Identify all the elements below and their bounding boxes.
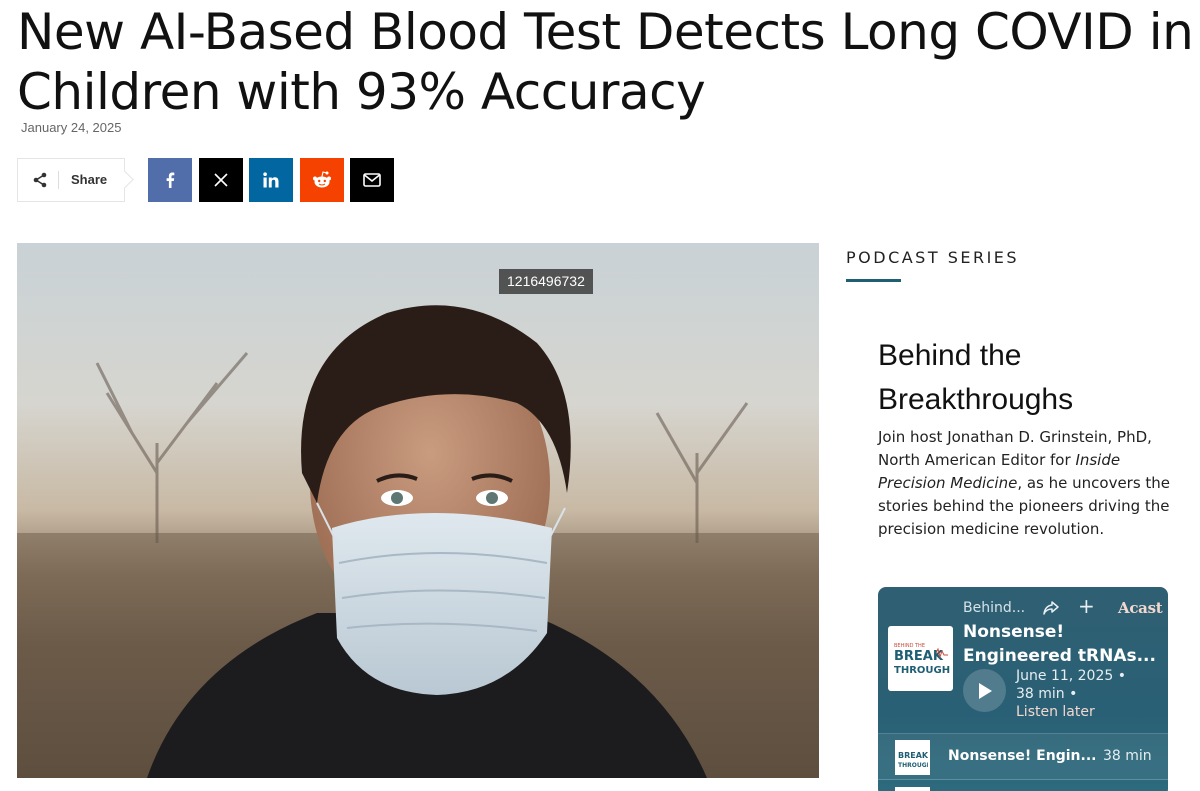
podcast-player: BEHIND THE BREAK THROUGHS Behind... + Ac… — [878, 587, 1168, 791]
podcast-cover-art[interactable]: BEHIND THE BREAK THROUGHS — [888, 626, 953, 691]
episode-title-line2: Engineered tRNAs... — [963, 646, 1156, 666]
breakthroughs-logo: BEHIND THE BREAK THROUGHS — [894, 643, 950, 676]
play-icon — [978, 682, 992, 699]
episode-title-line1: Nonsense! — [963, 622, 1065, 642]
episode-meta: June 11, 2025 • 38 min • — [1016, 667, 1161, 703]
share-toggle[interactable]: Share — [17, 158, 125, 202]
share-icon — [33, 172, 47, 188]
sidebar-heading: PODCAST SERIES — [846, 248, 1020, 267]
email-share-button[interactable] — [350, 158, 394, 202]
episode-duration: 38 min — [1016, 686, 1065, 702]
share-divider — [58, 171, 59, 189]
reddit-share-button[interactable] — [300, 158, 344, 202]
acast-logo[interactable]: Acast — [1118, 599, 1163, 617]
x-icon — [214, 173, 228, 187]
reddit-icon — [313, 171, 331, 188]
podcast-description: Join host Jonathan D. Grinstein, PhD, No… — [878, 426, 1178, 541]
thumb-text-1: BREAK — [898, 751, 928, 760]
thumb-text-2: THROUGHS — [898, 762, 928, 769]
meta-separator: • — [1117, 668, 1127, 684]
episode-list-duration: 38 min — [1103, 748, 1152, 764]
hero-image: 1216496732 — [17, 243, 819, 778]
linkedin-share-button[interactable] — [249, 158, 293, 202]
episode-list-title: Nonsense! Engin... — [948, 748, 1097, 764]
facebook-icon — [166, 172, 175, 188]
episode-date: June 11, 2025 — [1016, 668, 1114, 684]
article-date: January 24, 2025 — [21, 120, 122, 135]
episode-thumbnail: BREAK THROUGHS — [895, 740, 930, 775]
next-episode-thumbnail — [895, 787, 930, 791]
mail-icon — [363, 173, 381, 187]
share-arrow-icon[interactable] — [1042, 599, 1060, 617]
sidebar-heading-underline — [846, 279, 901, 282]
episode-thumb-logo: BREAK THROUGHS — [898, 751, 928, 769]
episode-title[interactable]: Nonsense! Engineered tRNAs... — [963, 620, 1163, 668]
play-button[interactable] — [963, 669, 1006, 712]
podcast-title[interactable]: Behind the Breakthroughs — [878, 334, 1178, 422]
linkedin-icon — [263, 172, 279, 188]
player-show-title[interactable]: Behind... — [963, 600, 1025, 616]
article-headline: New AI-Based Blood Test Detects Long COV… — [17, 3, 1194, 121]
x-share-button[interactable] — [199, 158, 243, 202]
share-label: Share — [71, 172, 108, 187]
facebook-share-button[interactable] — [148, 158, 192, 202]
masked-child-photo — [17, 305, 819, 778]
image-id-tag: 1216496732 — [499, 269, 593, 294]
meta-separator: • — [1069, 686, 1078, 702]
listen-later-link[interactable]: Listen later — [1016, 704, 1095, 720]
episode-list-item[interactable]: BREAK THROUGHS Nonsense! Engin... 38 min — [878, 733, 1168, 780]
plus-icon[interactable]: + — [1078, 596, 1095, 616]
cover-text-3: THROUGHS — [894, 665, 950, 676]
